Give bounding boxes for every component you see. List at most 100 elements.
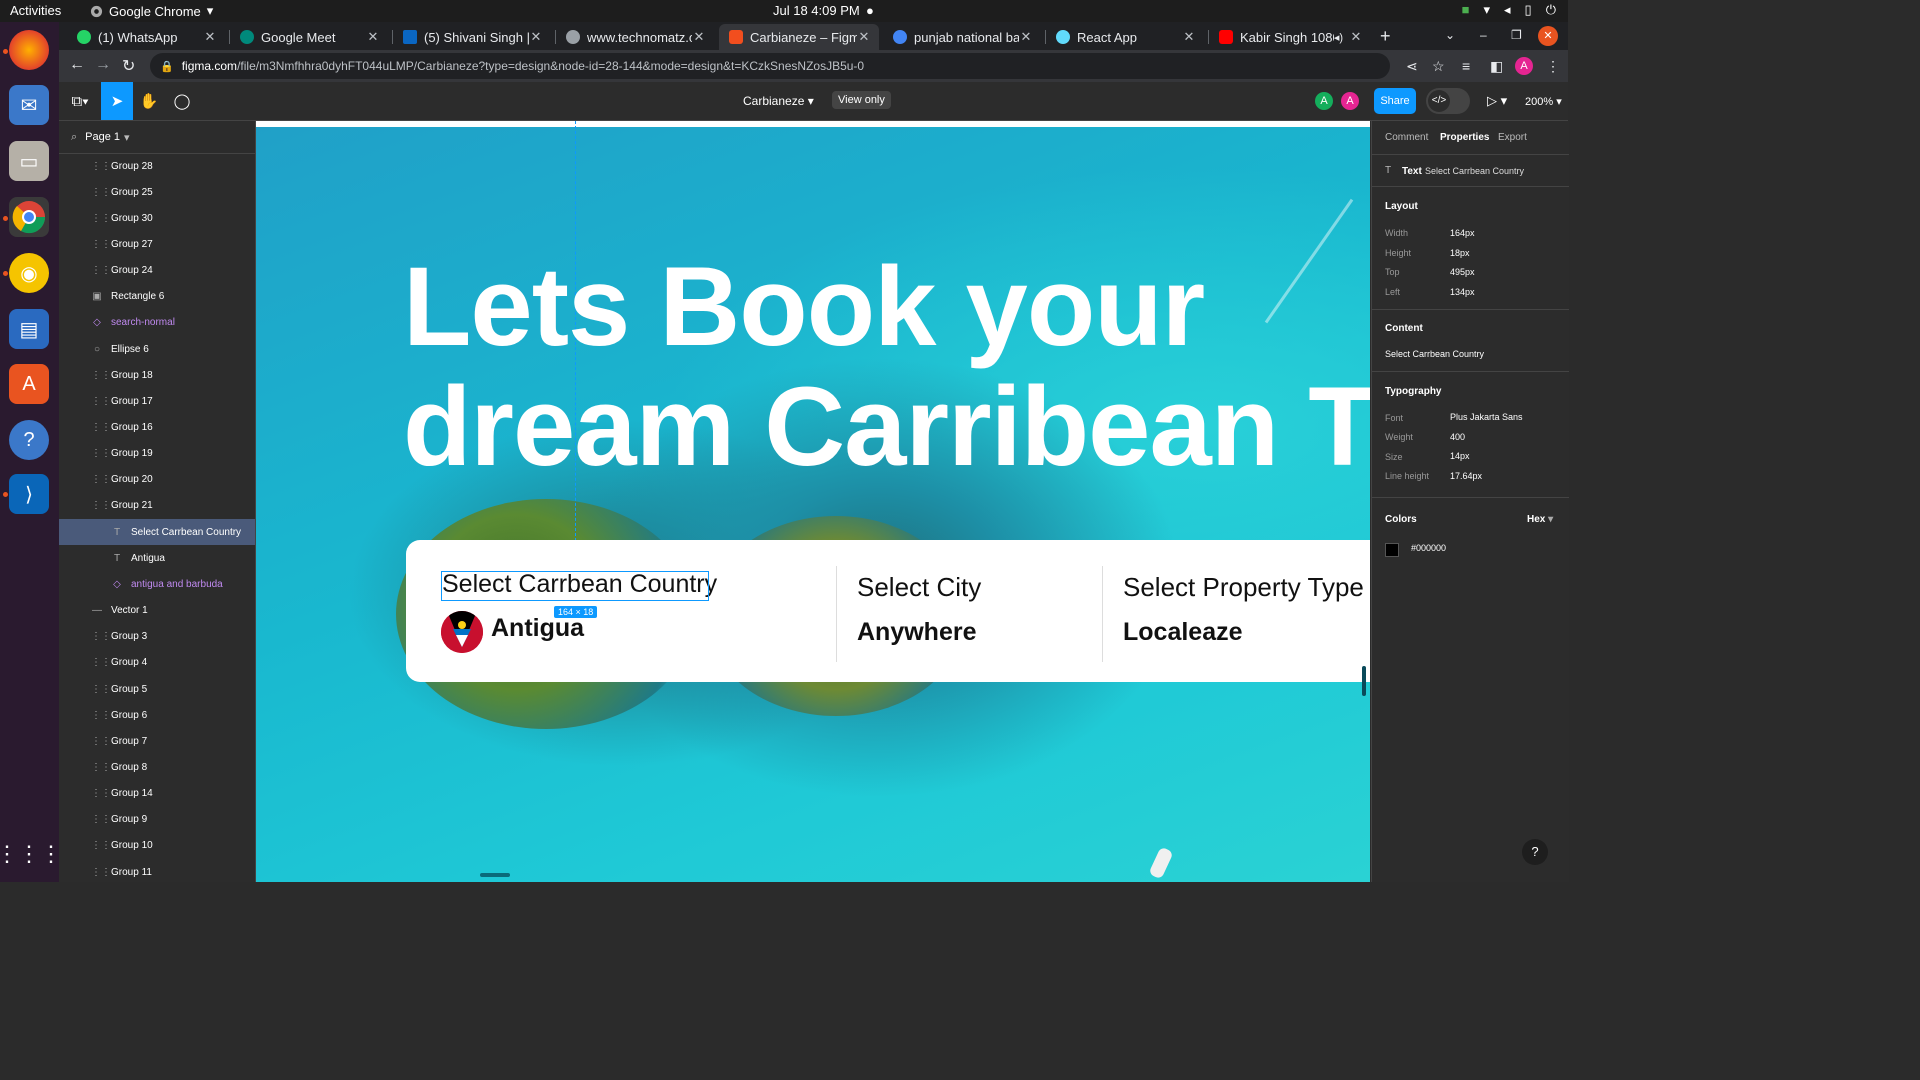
layer-row[interactable]: ⋮⋮ Group 4 — [59, 650, 255, 676]
layer-row[interactable]: ⋮⋮ Group 17 — [59, 388, 255, 414]
layer-row[interactable]: ⋮⋮ Group 8 — [59, 754, 255, 780]
tab-search-icon[interactable]: ⌄ — [1445, 28, 1455, 42]
close-tab-icon[interactable]: ✕ — [857, 29, 871, 45]
tab-comment[interactable]: Comment — [1385, 132, 1428, 143]
layer-row[interactable]: ⋮⋮ Group 14 — [59, 781, 255, 807]
comment-tool-icon[interactable]: ◯ — [166, 82, 198, 120]
color-format-dropdown[interactable]: Hex ▾ — [1527, 514, 1553, 525]
layer-row[interactable]: ⋮⋮ Group 5 — [59, 676, 255, 702]
forward-icon[interactable]: → — [95, 56, 111, 74]
firefox-icon[interactable] — [9, 30, 49, 70]
clock[interactable]: Jul 18 4:09 PM — [773, 3, 860, 18]
layer-row[interactable]: ⋮⋮ Group 6 — [59, 702, 255, 728]
line-height-value[interactable]: 17.64px — [1450, 471, 1482, 481]
search-icon[interactable]: ⌕ — [71, 131, 77, 144]
zoom-dropdown[interactable]: 200% ▾ — [1525, 95, 1562, 108]
url-field[interactable]: 🔒 figma.com/file/m3Nmfhhra0dyhFT044uLMP/… — [150, 53, 1390, 79]
city-value[interactable]: Anywhere — [857, 618, 976, 647]
file-name-dropdown[interactable]: Carbianeze ▾ — [743, 94, 814, 108]
hand-tool-icon[interactable]: ✋ — [133, 82, 165, 120]
layer-row[interactable]: ⋮⋮ Group 21 — [59, 493, 255, 519]
rhythmbox-icon[interactable]: ◉ — [9, 253, 49, 293]
software-center-icon[interactable]: A — [9, 364, 49, 404]
layer-row[interactable]: ⋮⋮ Group 11 — [59, 859, 255, 882]
layer-row[interactable]: ⋮⋮ Group 25 — [59, 179, 255, 205]
tab-technomatz[interactable]: www.technomatz.co ✕ — [556, 24, 714, 50]
help-button[interactable]: ? — [1522, 839, 1548, 865]
tab-export[interactable]: Export — [1498, 132, 1527, 143]
new-tab-button[interactable]: + — [1380, 26, 1391, 47]
dev-mode-toggle[interactable]: </> — [1426, 88, 1470, 114]
layer-row[interactable]: ⋮⋮ Group 3 — [59, 624, 255, 650]
back-icon[interactable]: ← — [69, 56, 85, 74]
close-tab-icon[interactable]: ✕ — [1019, 29, 1033, 45]
layer-row[interactable]: ⋮⋮ Group 7 — [59, 728, 255, 754]
close-tab-icon[interactable]: ✕ — [692, 29, 706, 45]
tab-figma[interactable]: Carbianeze – Figma ✕ — [719, 24, 879, 50]
files-icon[interactable]: ▭ — [9, 141, 49, 181]
horizontal-scrollbar[interactable] — [480, 873, 510, 877]
close-tab-icon[interactable]: ✕ — [366, 29, 380, 45]
media-controls-icon[interactable]: ≡ — [1462, 58, 1470, 74]
layer-row[interactable]: T Select Carrbean Country — [59, 519, 255, 546]
tab-linkedin[interactable]: (5) Shivani Singh | LI ✕ — [393, 24, 551, 50]
share-button[interactable]: Share — [1374, 88, 1416, 114]
layer-row[interactable]: ⋮⋮ Group 9 — [59, 807, 255, 833]
canvas[interactable]: Lets Book your dream Carribean Tri Selec… — [256, 121, 1370, 882]
chrome-menu-icon[interactable]: ⋮ — [1546, 58, 1560, 75]
layer-row[interactable]: — Vector 1 — [59, 598, 255, 624]
tab-youtube[interactable]: Kabir Singh 1080 ◂) ✕ — [1209, 24, 1371, 50]
close-window-icon[interactable]: ✕ — [1538, 26, 1558, 46]
search-card[interactable]: Select Carrbean Country Antigua Select C… — [406, 540, 1370, 682]
close-tab-icon[interactable]: ✕ — [203, 29, 217, 45]
weight-value[interactable]: 400 — [1450, 432, 1465, 442]
bookmark-star-icon[interactable]: ☆ — [1432, 58, 1445, 75]
font-value[interactable]: Plus Jakarta Sans — [1450, 412, 1523, 422]
profile-avatar[interactable]: A — [1515, 57, 1533, 75]
width-value[interactable]: 164px — [1450, 228, 1475, 238]
left-value[interactable]: 134px — [1450, 287, 1475, 297]
layer-row[interactable]: ⋮⋮ Group 20 — [59, 467, 255, 493]
present-button[interactable]: ▷ ▾ — [1487, 93, 1507, 109]
activities-button[interactable]: Activities — [10, 3, 61, 18]
layer-row[interactable]: ⋮⋮ Group 10 — [59, 833, 255, 859]
top-value[interactable]: 495px — [1450, 267, 1475, 277]
show-apps-icon[interactable]: ⋮⋮⋮ — [0, 834, 62, 874]
layer-row[interactable]: ⋮⋮ Group 27 — [59, 231, 255, 257]
speaker-icon[interactable]: ◂) — [1334, 31, 1343, 44]
close-tab-icon[interactable]: ✕ — [529, 29, 543, 45]
layer-row[interactable]: T Antigua — [59, 545, 255, 571]
property-type-label[interactable]: Select Property Type — [1123, 572, 1364, 603]
layer-row[interactable]: ◇ search-normal — [59, 310, 255, 336]
side-panel-icon[interactable]: ◧ — [1490, 58, 1503, 75]
layer-row[interactable]: ▣ Rectangle 6 — [59, 284, 255, 310]
layer-row[interactable]: ○ Ellipse 6 — [59, 336, 255, 362]
tab-react-app[interactable]: React App ✕ — [1046, 24, 1204, 50]
collaborator-avatar[interactable]: A — [1341, 92, 1359, 110]
height-value[interactable]: 18px — [1450, 248, 1470, 258]
share-page-icon[interactable]: ⋖ — [1406, 58, 1418, 75]
app-menu[interactable]: Google Chrome ▾ — [90, 3, 213, 19]
chrome-icon[interactable] — [9, 197, 49, 237]
layer-row[interactable]: ⋮⋮ Group 24 — [59, 258, 255, 284]
size-value[interactable]: 14px — [1450, 451, 1470, 461]
vertical-scrollbar[interactable] — [1362, 666, 1366, 696]
layer-row[interactable]: ⋮⋮ Group 19 — [59, 441, 255, 467]
layer-row[interactable]: ◇ antigua and barbuda — [59, 571, 255, 597]
help-icon[interactable]: ? — [9, 420, 49, 460]
tab-properties[interactable]: Properties — [1440, 132, 1489, 143]
figma-main-menu-icon[interactable]: ⧉▾ — [63, 82, 97, 120]
collaborator-avatar[interactable]: A — [1315, 92, 1333, 110]
layer-row[interactable]: ⋮⋮ Group 18 — [59, 362, 255, 388]
content-value[interactable]: Select Carrbean Country — [1385, 349, 1484, 359]
hero-frame[interactable] — [256, 121, 1370, 882]
reload-icon[interactable]: ↻ — [122, 56, 135, 76]
layer-row[interactable]: ⋮⋮ Group 30 — [59, 205, 255, 231]
minimize-icon[interactable]: – — [1480, 28, 1487, 42]
color-value[interactable]: #000000 — [1411, 543, 1446, 553]
writer-icon[interactable]: ▤ — [9, 309, 49, 349]
close-tab-icon[interactable]: ✕ — [1182, 29, 1196, 45]
layer-row[interactable]: ⋮⋮ Group 28 — [59, 153, 255, 179]
close-tab-icon[interactable]: ✕ — [1349, 29, 1363, 45]
city-label[interactable]: Select City — [857, 572, 981, 603]
